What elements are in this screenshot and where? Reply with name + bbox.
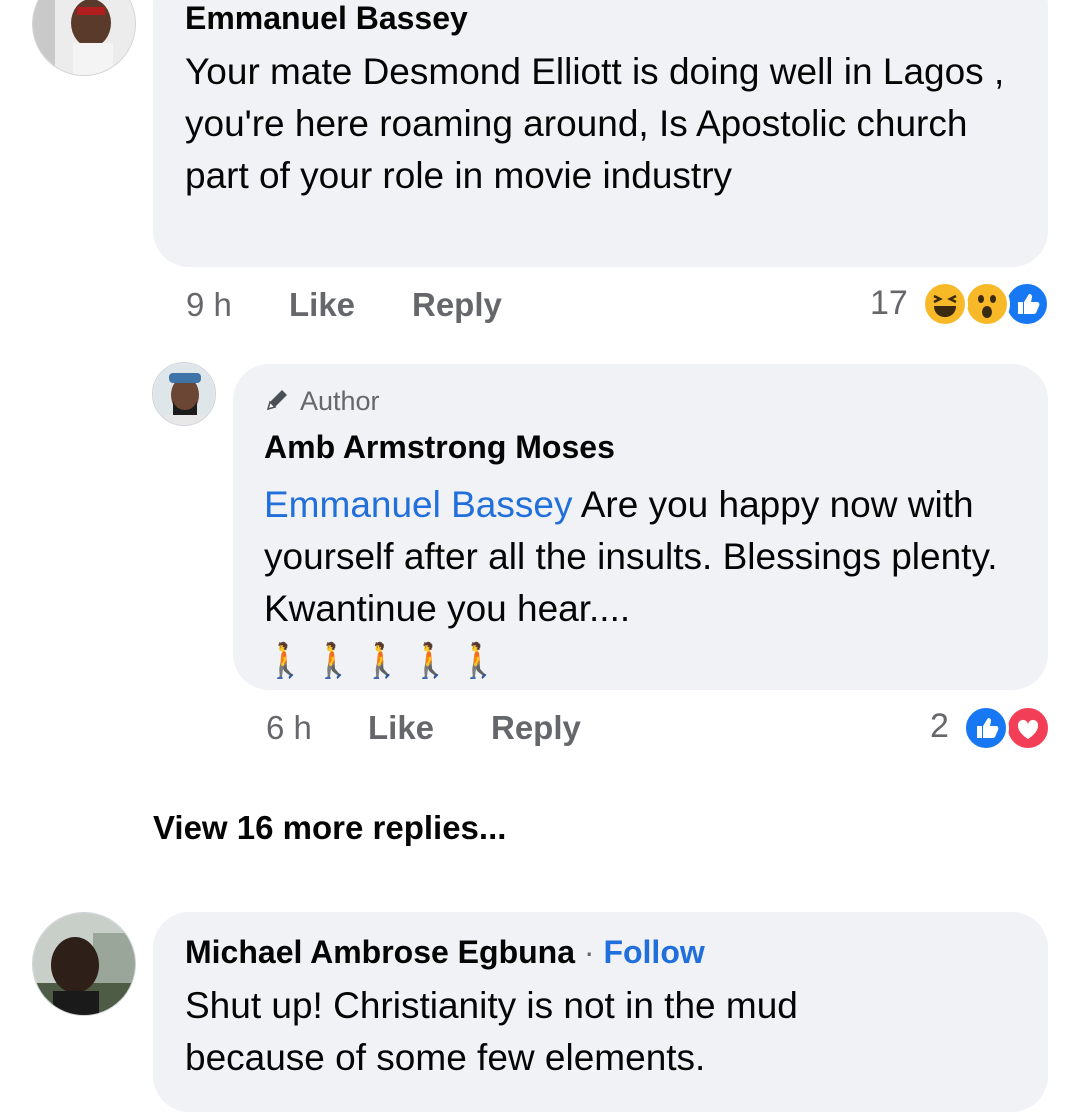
view-more-replies-link[interactable]: View 16 more replies...	[153, 809, 506, 847]
reply-button[interactable]: Reply	[491, 709, 581, 747]
reaction-count[interactable]: 2	[930, 707, 949, 746]
like-thumb-icon	[963, 705, 1009, 751]
like-thumb-icon	[1004, 281, 1050, 327]
reply-timestamp[interactable]: 6 h	[266, 709, 312, 747]
laugh-emoji-icon	[922, 281, 968, 327]
avatar-amb-armstrong-moses[interactable]	[152, 362, 216, 426]
avatar-photo	[33, 0, 135, 75]
avatar-photo	[153, 363, 215, 425]
comment-author-line: Michael Ambrose Egbuna · Follow	[185, 932, 1018, 972]
comment-author-name[interactable]: Emmanuel Bassey	[185, 0, 1018, 38]
comment-text: Shut up! Christianity is not in the mud …	[185, 985, 798, 1078]
person-walking-emoji-row: 🚶🚶🚶🚶🚶	[264, 641, 506, 680]
comment-bubble-emmanuel: Emmanuel Bassey Your mate Desmond Elliot…	[153, 0, 1048, 267]
comment-timestamp[interactable]: 9 h	[186, 286, 232, 324]
reply-text: Emmanuel Bassey Are you happy now with y…	[264, 479, 1024, 635]
reply-button[interactable]: Reply	[412, 286, 502, 324]
mention-link[interactable]: Emmanuel Bassey	[264, 484, 572, 525]
avatar-emmanuel-bassey[interactable]	[32, 0, 136, 76]
avatar-photo	[33, 913, 135, 1015]
love-heart-icon	[1005, 705, 1051, 751]
avatar-michael-ambrose-egbuna[interactable]	[32, 912, 136, 1016]
like-button[interactable]: Like	[368, 709, 434, 747]
wow-emoji-icon	[964, 281, 1010, 327]
reply-author-name[interactable]: Amb Armstrong Moses	[264, 427, 1018, 467]
author-badge-label: Author	[300, 386, 380, 416]
pencil-icon	[264, 385, 292, 421]
like-button[interactable]: Like	[289, 286, 355, 324]
separator-dot: ·	[583, 934, 595, 970]
reply-bubble-armstrong: Author Amb Armstrong Moses Emmanuel Bass…	[233, 364, 1048, 690]
follow-button[interactable]: Follow	[603, 934, 704, 970]
comment-text: Your mate Desmond Elliott is doing well …	[185, 51, 1005, 196]
author-badge: Author	[264, 384, 1018, 421]
comment-author-name[interactable]: Michael Ambrose Egbuna	[185, 934, 575, 970]
reaction-count[interactable]: 17	[870, 284, 908, 323]
comment-bubble-michael: Michael Ambrose Egbuna · Follow Shut up!…	[153, 912, 1048, 1112]
